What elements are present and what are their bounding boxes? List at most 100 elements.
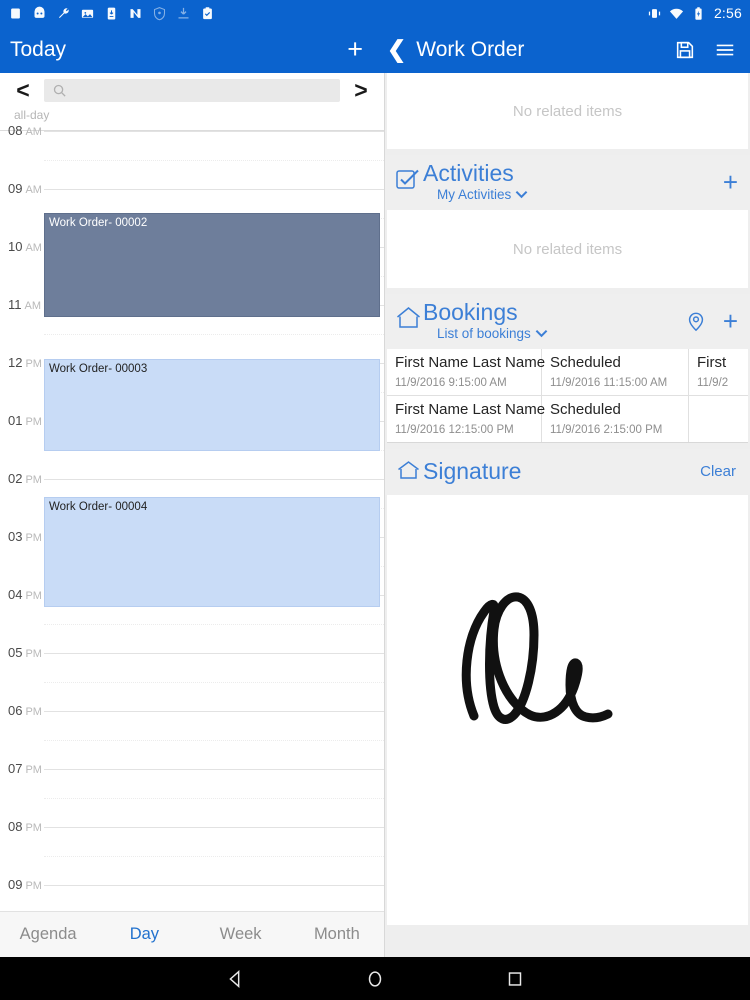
battery-charging-icon <box>695 6 702 20</box>
hour-gridline <box>44 131 384 132</box>
table-cell-primary: Scheduled <box>550 354 621 371</box>
calendar-view-tabs: Agenda Day Week Month <box>0 911 384 957</box>
table-cell-primary: First <box>697 354 727 371</box>
tab-week[interactable]: Week <box>193 925 289 944</box>
download-arrow-icon <box>178 7 189 18</box>
today-title: Today <box>10 37 67 61</box>
hour-label: 09 AM <box>8 181 42 196</box>
hour-label: 08 PM <box>8 819 42 834</box>
empty-text: No related items <box>512 102 623 120</box>
signature-canvas[interactable] <box>387 495 748 925</box>
sim-card-icon <box>11 8 20 18</box>
hour-label: 10 AM <box>8 239 42 254</box>
table-cell: Scheduled 11/9/2016 2:15:00 PM <box>542 396 689 442</box>
app-bar: Today + ❮ Work Order <box>0 26 750 73</box>
all-day-row[interactable]: all-day <box>0 107 384 131</box>
previous-day-button[interactable]: < <box>8 78 38 102</box>
add-appointment-button[interactable]: + <box>347 36 363 63</box>
tab-month[interactable]: Month <box>289 925 384 944</box>
android-nav-bar <box>0 957 750 1000</box>
table-cell-secondary: 11/9/2 <box>697 377 729 389</box>
hour-label: 06 PM <box>8 703 42 718</box>
app-bar-left: Today + <box>0 26 385 73</box>
table-cell: First Name Last Name 11/9/2016 12:15:00 P… <box>387 396 546 442</box>
bookings-table: First Name Last Name 11/9/2016 9:15:00 AM… <box>387 349 748 443</box>
table-row[interactable]: First Name Last Name 11/9/2016 9:15:00 AM… <box>387 349 748 396</box>
map-pin-icon[interactable] <box>685 310 707 332</box>
bookings-titles: Bookings List of bookings <box>423 300 548 341</box>
empty-text: No related items <box>512 240 623 258</box>
home-icon <box>395 457 423 485</box>
calendar-toolbar: < > <box>0 73 384 107</box>
table-row[interactable]: First Name Last Name 11/9/2016 12:15:00 P… <box>387 396 748 443</box>
calendar-event[interactable]: Work Order- 00003 <box>44 359 380 451</box>
add-booking-button[interactable]: + <box>723 308 738 334</box>
square-recents-icon[interactable] <box>504 968 526 990</box>
calendar-grid[interactable]: 08 AM 09 AM 10 AM 11 AM 12 PM 01 PM 02 PM 03 PM 04 PM 05 PM… <box>0 123 384 927</box>
activities-actions: + <box>723 161 738 195</box>
activities-view-selector[interactable]: My Activities <box>423 187 528 202</box>
calendar-event-title: Work Order- 00002 <box>49 217 148 229</box>
hour-label: 11 AM <box>8 297 41 312</box>
table-cell: Scheduled 11/9/2016 11:15:00 AM <box>542 349 689 395</box>
search-icon <box>53 84 66 97</box>
wifi-icon <box>669 8 683 19</box>
hour-gridline <box>44 711 384 712</box>
calendar-search[interactable] <box>44 78 340 102</box>
half-hour-gridline <box>44 798 384 799</box>
hamburger-menu-icon[interactable] <box>714 39 736 61</box>
half-hour-gridline <box>44 334 384 335</box>
hour-gridline <box>44 189 384 190</box>
search-input[interactable] <box>67 82 340 98</box>
add-activity-button[interactable]: + <box>723 169 738 195</box>
activities-titles: Activities My Activities <box>423 161 528 202</box>
calendar-event-title: Work Order- 00003 <box>49 363 148 375</box>
calendar-event[interactable]: Work Order- 00002 <box>44 213 380 317</box>
bookings-view-selector[interactable]: List of bookings <box>423 326 548 341</box>
bookings-actions: + <box>685 300 738 334</box>
vibrate-icon <box>648 8 661 18</box>
android-face-icon <box>34 6 45 18</box>
activities-title: Activities <box>423 160 514 186</box>
bookings-view-label: List of bookings <box>437 326 531 341</box>
tab-agenda[interactable]: Agenda <box>0 925 96 944</box>
table-cell-secondary: 11/9/2016 12:15:00 PM <box>395 424 514 436</box>
save-icon[interactable] <box>674 39 696 61</box>
calendar-hour-row[interactable]: 05 PM <box>0 645 384 711</box>
calendar-hour-row[interactable]: 08 AM <box>0 123 384 189</box>
bookings-section-header: Bookings List of bookings + <box>385 294 750 349</box>
chevron-down-icon <box>515 190 528 199</box>
hour-label: 02 PM <box>8 471 42 486</box>
calendar-event-title: Work Order- 00004 <box>49 501 148 513</box>
table-cell: First Name Last Name 11/9/2016 9:15:00 AM <box>387 349 546 395</box>
calendar-event[interactable]: Work Order- 00004 <box>44 497 380 607</box>
clipboard-icon <box>203 6 212 19</box>
tab-day[interactable]: Day <box>96 925 192 944</box>
activities-section-header: Activities My Activities + <box>385 155 750 210</box>
hour-label: 01 PM <box>8 413 42 428</box>
circle-home-icon[interactable] <box>364 968 386 990</box>
bookings-title: Bookings <box>423 299 518 325</box>
next-day-button[interactable]: > <box>346 78 376 102</box>
image-icon <box>81 9 94 18</box>
clear-signature-button[interactable]: Clear <box>700 463 736 480</box>
related-items-empty-top: No related items <box>387 73 748 149</box>
table-cell-primary: First Name Last Name <box>395 401 546 418</box>
calendar-hour-row[interactable]: 06 PM <box>0 703 384 769</box>
table-cell-secondary: 11/9/2016 2:15:00 PM <box>550 424 663 436</box>
hour-gridline <box>44 653 384 654</box>
table-cell-primary: First Name Last Name <box>395 354 546 371</box>
page-title: Work Order <box>416 37 525 61</box>
calendar-hour-row[interactable]: 07 PM <box>0 761 384 827</box>
back-button[interactable]: ❮ <box>385 38 416 61</box>
hour-gridline <box>44 769 384 770</box>
hour-label: 07 PM <box>8 761 42 776</box>
app-bar-right: ❮ Work Order <box>385 26 750 73</box>
status-bar-notifications <box>8 6 215 21</box>
hour-label: 09 PM <box>8 877 42 892</box>
calendar-hour-row[interactable]: 08 PM <box>0 819 384 885</box>
signature-stroke <box>461 592 613 724</box>
table-cell: First 11/9/2 <box>689 349 748 395</box>
triangle-back-icon[interactable] <box>224 968 246 990</box>
table-cell-primary: Scheduled <box>550 401 621 418</box>
